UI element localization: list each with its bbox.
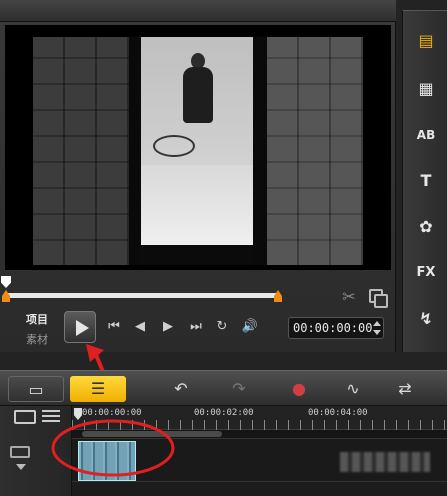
- scissors-icon[interactable]: ✂: [340, 288, 358, 306]
- auto-music-icon[interactable]: ⇄: [392, 376, 418, 402]
- door-frame-left: [129, 37, 141, 265]
- play-button[interactable]: [64, 311, 96, 343]
- copy-icon[interactable]: [368, 288, 388, 308]
- undo-icon[interactable]: ↶: [168, 376, 194, 402]
- preview-panel: ✂ 项目 素材 ⏮ ◀ ▶ ⏭ ↻ 🔊 00:00:00:00: [0, 0, 396, 352]
- preview-top-bar: [0, 0, 396, 22]
- tiled-wall-right: [267, 37, 363, 265]
- preview-screen: [5, 25, 391, 270]
- video-track-icon[interactable]: [10, 446, 30, 458]
- tiled-wall-left: [33, 37, 129, 265]
- audio-mixer-icon[interactable]: ∿: [340, 376, 366, 402]
- transition-icon[interactable]: AB: [413, 123, 439, 147]
- timeline-toolbar: ▭ ☰ ↶ ↷ ● ∿ ⇄: [0, 370, 447, 406]
- video-frame: [33, 37, 363, 265]
- watermark: [340, 452, 430, 472]
- media-icon[interactable]: ▤: [413, 29, 439, 53]
- scrub-track[interactable]: [6, 293, 278, 298]
- repeat-icon[interactable]: ↻: [212, 318, 232, 336]
- room-view: [141, 37, 253, 245]
- timecode-spinner[interactable]: [373, 320, 381, 336]
- ruler-label: 00:00:00:00: [82, 408, 142, 418]
- trim-end-handle[interactable]: [274, 290, 282, 302]
- skip-end-icon[interactable]: ⏭: [186, 318, 206, 336]
- bicycle: [153, 135, 195, 157]
- mode-clip-label[interactable]: 素材: [26, 331, 48, 347]
- skip-start-icon[interactable]: ⏮: [104, 318, 124, 336]
- preview-mode-switch[interactable]: 项目 素材: [26, 311, 62, 347]
- timecode-value[interactable]: 00:00:00:00: [293, 321, 372, 335]
- ruler-label: 00:00:02:00: [194, 408, 254, 418]
- graphics-icon[interactable]: ✿: [413, 215, 439, 239]
- ruler-label: 00:00:04:00: [308, 408, 368, 418]
- trim-start-handle[interactable]: [2, 290, 10, 302]
- timeline-view-button[interactable]: ☰: [70, 376, 126, 402]
- annotation-circle: [51, 419, 175, 477]
- video-editor-window: ✂ 项目 素材 ⏮ ◀ ▶ ⏭ ↻ 🔊 00:00:00:00 ▤ ▦ AB T…: [0, 0, 447, 496]
- path-icon[interactable]: ↯: [413, 307, 439, 331]
- scrub-playhead[interactable]: [1, 276, 11, 288]
- instant-project-icon[interactable]: ▦: [413, 77, 439, 101]
- storyboard-icon: ▭: [28, 380, 44, 399]
- record-icon[interactable]: ●: [286, 376, 312, 402]
- timeline-icon: ☰: [90, 379, 106, 398]
- title-icon[interactable]: T: [413, 169, 439, 193]
- library-toolbar: ▤ ▦ AB T ✿ FX ↯: [402, 10, 447, 352]
- track-dropdown-icon[interactable]: [16, 464, 26, 470]
- person-figure: [183, 67, 213, 123]
- timecode-field[interactable]: 00:00:00:00: [288, 317, 384, 339]
- door-frame-right: [253, 37, 267, 265]
- step-forward-icon[interactable]: ▶: [158, 318, 178, 336]
- storyboard-view-button[interactable]: ▭: [8, 376, 64, 402]
- volume-icon[interactable]: 🔊: [240, 318, 260, 336]
- step-back-icon[interactable]: ◀: [130, 318, 150, 336]
- preview-scrubber[interactable]: [1, 276, 282, 302]
- track-manager-icon[interactable]: [14, 410, 36, 424]
- mode-project-label[interactable]: 项目: [26, 311, 48, 327]
- redo-icon[interactable]: ↷: [226, 376, 252, 402]
- room-floor: [141, 165, 253, 245]
- filter-icon[interactable]: FX: [413, 261, 439, 285]
